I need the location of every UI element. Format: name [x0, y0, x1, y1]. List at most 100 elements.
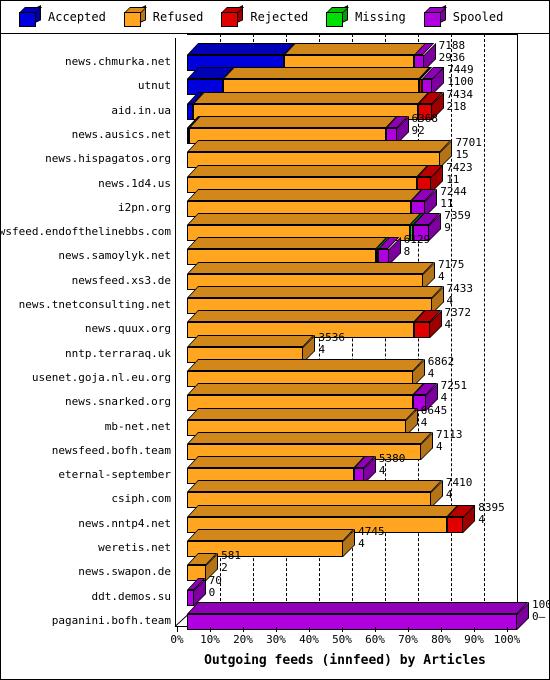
legend-item-accepted: Accepted: [1, 4, 106, 27]
bar-value-total: 8395: [478, 500, 505, 514]
legend-label: Refused: [152, 10, 204, 24]
bar-row: 6129 8: [1, 234, 430, 266]
bar-row: 7433 4: [1, 283, 473, 314]
bar-segment-top: [187, 334, 315, 347]
bar-value-total: 7423: [446, 160, 473, 174]
bar-segment-top: [187, 188, 423, 201]
bar-row: 581 2: [1, 550, 361, 582]
bar-value-secondary: 4: [478, 512, 485, 526]
bar-row: 7175 4: [1, 258, 464, 290]
x-tick: [210, 627, 211, 632]
bar-value-secondary: 218: [446, 99, 467, 113]
x-tick: [441, 627, 442, 632]
legend-item-spooled: Spooled: [406, 4, 504, 27]
legend-cube-rejected: [221, 4, 245, 27]
legend-label: Missing: [355, 10, 406, 24]
bar-value-secondary: 92: [411, 123, 425, 137]
bar-value-total: 6645: [420, 403, 448, 417]
bar-segment-top: [187, 358, 424, 371]
bar-segment-top: [187, 140, 452, 153]
bar-value-secondary: 1100: [447, 75, 474, 89]
bar-segment-top: [187, 213, 421, 226]
bar-row: 7359 9: [1, 210, 471, 242]
legend-label: Spooled: [452, 10, 504, 24]
legend-cube-refused: [123, 4, 147, 27]
bar-value-secondary: 11: [440, 196, 454, 210]
plot-area: news.chmurka.net utnut aid.in.ua news.ausic…: [1, 34, 549, 679]
chart-legend: Accepted Refused Rejected Missing Spooled: [1, 1, 549, 34]
bar-row: 7434 218: [1, 88, 473, 120]
bar-row: 7449 1100: [1, 64, 474, 96]
bar-row: 5380 4: [1, 453, 405, 485]
bar-segment-top: [187, 237, 387, 250]
bar-segment-top: [187, 310, 426, 323]
bar-value-secondary: 0: [208, 585, 216, 599]
bar-row: 7701 15: [1, 137, 482, 169]
legend-item-refused: Refused: [106, 4, 204, 27]
bar-value-secondary: 4: [437, 269, 445, 283]
x-tick: [408, 627, 409, 632]
bar-value-total: 3536: [318, 330, 345, 344]
x-tick: [375, 627, 376, 632]
bar-row: 4745 4: [1, 526, 385, 557]
bar-value-secondary: 8: [403, 245, 411, 259]
bar-segment-top: [187, 261, 435, 274]
bar-segment-top: [187, 504, 458, 517]
bar-row: 7244 11: [1, 185, 467, 217]
legend-label: Accepted: [48, 10, 106, 24]
bar-row: 7410 4: [1, 477, 472, 509]
bar-segment-top: [188, 115, 398, 128]
bar-row: 8395 4: [1, 501, 505, 533]
bar-value-secondary: 4: [420, 415, 428, 429]
bar-segment-top: [187, 601, 529, 614]
bar-segment-top: [283, 43, 426, 55]
bar-value-secondary: 4: [445, 488, 453, 502]
bar-value-total: 7244: [440, 184, 467, 198]
bar-segment-rejected: [414, 322, 430, 339]
bar-row: 70 0: [1, 574, 361, 606]
bar-row: 7251 4: [1, 380, 467, 412]
bar-value-secondary: 4: [444, 318, 452, 332]
bar-row: 100300—: [1, 598, 549, 630]
bar-value-secondary: 4: [427, 366, 435, 380]
bar-value-total: 7434: [446, 87, 474, 101]
x-tick: [474, 627, 475, 632]
bar-value-secondary: 4: [435, 439, 443, 453]
bar-row: 6368 92: [1, 112, 438, 144]
bar-segment-top: [192, 91, 430, 104]
bar-segment-top: [187, 407, 417, 420]
bar-value-secondary: 4: [440, 391, 448, 405]
bar-segment-rejected: [446, 516, 464, 533]
x-tick: [309, 627, 310, 632]
x-tick: [243, 627, 244, 632]
x-tick: [177, 627, 178, 632]
bar-segment-top: [222, 67, 431, 80]
bar-value-total: 7113: [435, 427, 463, 441]
x-tick-label: 100%: [493, 633, 521, 646]
bar-row: 7372 4: [1, 307, 471, 339]
bar-segment-top: [187, 480, 443, 493]
legend-item-missing: Missing: [308, 4, 406, 27]
bar-row: 6862 4: [1, 355, 454, 387]
legend-cube-spooled: [423, 4, 447, 27]
bar-value-secondary: 4: [318, 342, 326, 356]
legend-label: Rejected: [250, 10, 309, 24]
grid-line: [517, 34, 518, 626]
bar-segment-spooled: [187, 613, 517, 630]
bar-segment-top: [187, 383, 424, 396]
x-tick: [276, 627, 277, 632]
bar-segment-top: [187, 286, 443, 298]
x-tick: [342, 627, 343, 632]
bar-value-secondary: 2: [221, 561, 228, 575]
bar-value-secondary: 4: [358, 537, 365, 550]
bar-segment-top: [187, 431, 433, 444]
bar-value-secondary: 2936: [438, 51, 466, 64]
bar-segment-top: [187, 456, 365, 469]
bar-value-secondary: 0—: [532, 609, 546, 623]
bar-value-secondary: 4: [446, 294, 454, 307]
bar-row: 7188 2936: [1, 40, 465, 71]
bar-value-secondary: 9: [444, 221, 451, 235]
chart-page: Accepted Refused Rejected Missing Spooled ne…: [0, 0, 550, 680]
legend-cube-missing: [326, 4, 350, 27]
bar-row: 7423 11: [1, 161, 473, 193]
